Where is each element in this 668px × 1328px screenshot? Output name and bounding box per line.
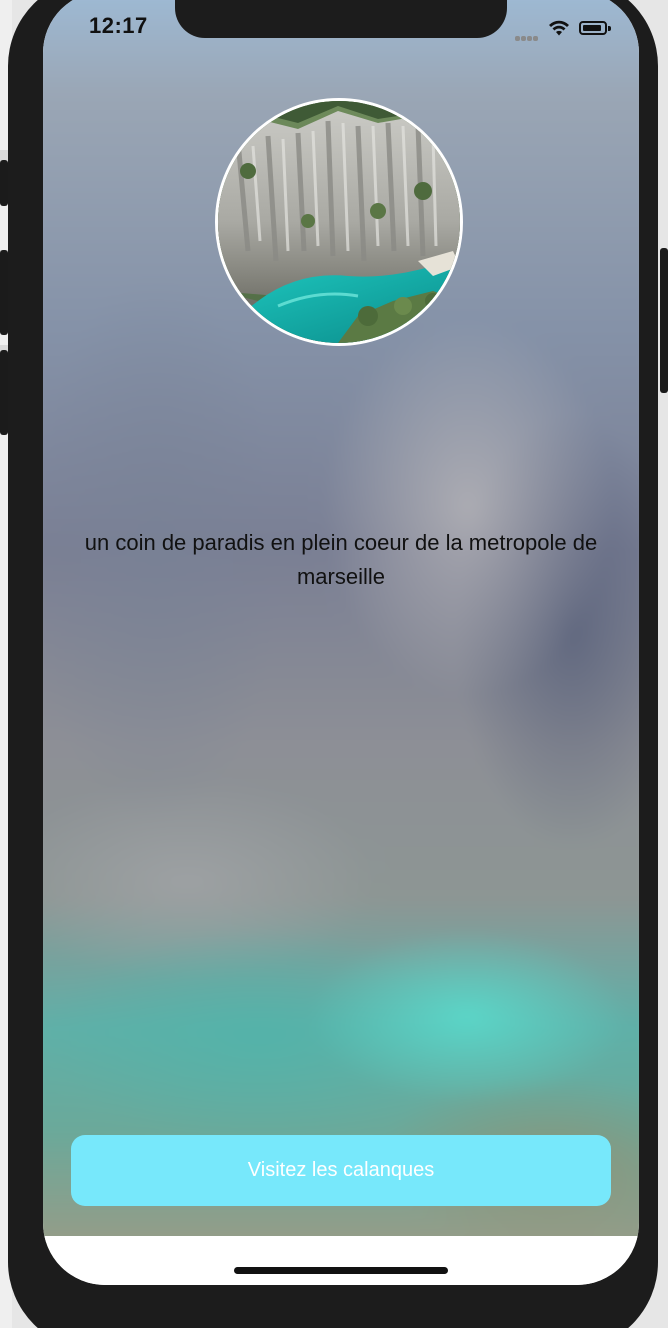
phone-screen: 12:17 un coin de paradis en plein coeur …: [43, 0, 639, 1285]
cellular-signal-icon: [515, 28, 539, 46]
status-bar: 12:17: [43, 0, 639, 61]
phone-volume-button: [0, 160, 8, 206]
visit-calanques-button[interactable]: Visitez les calanques: [71, 1135, 611, 1206]
phone-volume-button: [0, 350, 8, 435]
home-indicator[interactable]: [234, 1267, 448, 1274]
bottom-safe-area: [43, 1236, 639, 1285]
calanque-cliffs-illustration: [218, 101, 460, 343]
status-time: 12:17: [89, 13, 148, 38]
battery-icon: [579, 21, 611, 35]
simulator-stage: 12:17 un coin de paradis en plein coeur …: [0, 0, 668, 1328]
destination-caption: un coin de paradis en plein coeur de la …: [84, 530, 598, 589]
wifi-icon: [549, 20, 569, 36]
phone-frame: 12:17 un coin de paradis en plein coeur …: [8, 0, 658, 1328]
calanque-cliffs-photo: [215, 98, 463, 346]
phone-volume-button: [0, 250, 8, 335]
phone-side-button: [660, 248, 668, 393]
